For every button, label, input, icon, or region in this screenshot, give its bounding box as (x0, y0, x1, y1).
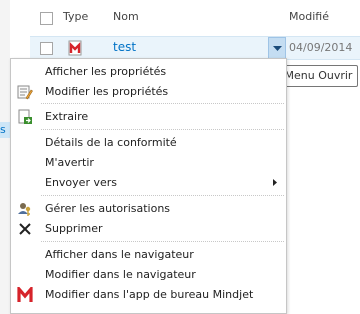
menu-separator (41, 241, 284, 242)
menu-separator (41, 129, 284, 130)
left-nav-item-label: s (0, 123, 6, 136)
column-header-name[interactable]: Nom (113, 10, 139, 23)
mindjet-file-icon (68, 40, 82, 56)
menu-item-edit-in-browser[interactable]: Modifier dans le navigateur (11, 265, 286, 285)
mindjet-icon (17, 287, 33, 302)
edit-properties-icon (17, 85, 33, 100)
modified-date: 04/09/2014 (289, 41, 353, 54)
left-nav-selected-item[interactable]: s (0, 122, 10, 138)
menu-separator (41, 195, 284, 196)
chevron-down-icon (273, 46, 282, 51)
menu-item-delete[interactable]: Supprimer (11, 219, 286, 239)
check-out-icon (18, 109, 32, 124)
menu-item-edit-in-mindjet[interactable]: Modifier dans l'app de bureau Mindjet (11, 285, 286, 305)
menu-item-manage-permissions[interactable]: Gérer les autorisations (11, 199, 286, 219)
menu-item-edit-properties[interactable]: Modifier les propriétés (11, 82, 286, 102)
column-header-modified[interactable]: Modifié (289, 10, 329, 23)
row-checkbox[interactable] (40, 42, 53, 55)
list-header: Type Nom Modifié (30, 0, 360, 36)
menu-item-check-out[interactable]: Extraire (11, 107, 286, 127)
delete-icon (19, 223, 31, 235)
table-row[interactable]: test 04/09/2014 (30, 36, 360, 60)
menu-item-alert-me[interactable]: M'avertir (11, 153, 286, 173)
submenu-arrow-icon (273, 179, 277, 186)
left-navigation-rail: s (0, 0, 10, 314)
select-all-checkbox[interactable] (40, 12, 53, 25)
item-name-link[interactable]: test (113, 40, 136, 54)
permissions-icon (18, 203, 31, 216)
menu-tooltip: Menu Ouvrir (279, 65, 358, 87)
menu-item-view-properties[interactable]: Afficher les propriétés (11, 62, 286, 82)
open-menu-button[interactable] (268, 37, 286, 59)
menu-item-send-to[interactable]: Envoyer vers (11, 173, 286, 193)
column-header-type[interactable]: Type (63, 10, 88, 23)
menu-separator (41, 103, 284, 104)
menu-item-view-in-browser[interactable]: Afficher dans le navigateur (11, 245, 286, 265)
context-menu: Afficher les propriétés Modifier les pro… (10, 58, 287, 314)
menu-item-compliance-details[interactable]: Détails de la conformité (11, 133, 286, 153)
